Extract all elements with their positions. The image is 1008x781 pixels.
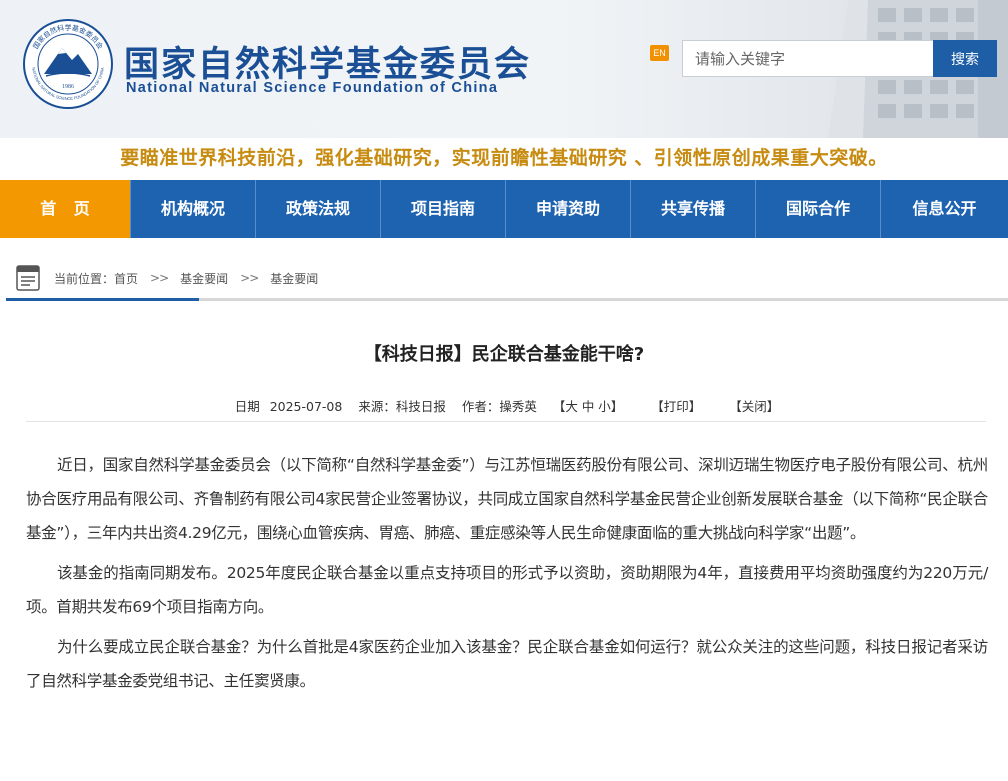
article-author: 操秀英	[499, 399, 537, 414]
meta-divider	[26, 421, 986, 422]
article-source: 科技日报	[395, 399, 446, 414]
site-header: 国家自然科学基金委员会 NATIONAL NATURAL SCIENCE FOU…	[0, 0, 1008, 138]
article-body: 近日，国家自然科学基金委员会（以下简称“自然科学基金委”）与江苏恒瑞医药股份有限…	[26, 448, 988, 704]
print-button[interactable]: 【打印】	[651, 399, 701, 414]
location-page-icon	[16, 265, 40, 291]
breadcrumb: 当前位置： 首页 >> 基金要闻 >> 基金要闻	[16, 264, 318, 292]
article-date: 2025-07-08	[269, 399, 343, 414]
date-label: 日期	[234, 399, 260, 414]
nav-item-policy[interactable]: 政策法规	[256, 180, 381, 238]
main-nav: 首 页 机构概况 政策法规 项目指南 申请资助 共享传播 国际合作 信息公开	[0, 180, 1008, 238]
breadcrumb-news-current[interactable]: 基金要闻	[270, 270, 318, 287]
nav-item-home[interactable]: 首 页	[0, 180, 131, 238]
nav-item-disclosure[interactable]: 信息公开	[881, 180, 1008, 238]
slogan-banner: 要瞄准世界科技前沿，强化基础研究，实现前瞻性基础研究 、引领性原创成果重大突破。	[0, 138, 1008, 180]
article-paragraph: 该基金的指南同期发布。2025年度民企联合基金以重点支持项目的形式予以资助，资助…	[26, 564, 988, 616]
nav-item-about[interactable]: 机构概况	[131, 180, 256, 238]
search-button[interactable]: 搜索	[933, 40, 997, 77]
source-label: 来源：	[358, 399, 396, 414]
close-button[interactable]: 【关闭】	[729, 399, 779, 414]
org-name-en: National Natural Science Foundation of C…	[126, 80, 499, 96]
breadcrumb-divider	[6, 298, 1008, 301]
article-meta: 日期 2025-07-08 来源：科技日报 作者：操秀英 【大 中 小】 【打印…	[0, 396, 1008, 415]
nav-item-share[interactable]: 共享传播	[631, 180, 756, 238]
search-input[interactable]	[682, 40, 934, 77]
svg-text:1986: 1986	[62, 84, 74, 90]
nav-item-international[interactable]: 国际合作	[756, 180, 881, 238]
breadcrumb-prefix: 当前位置：	[54, 271, 115, 286]
article-paragraph: 近日，国家自然科学基金委员会（以下简称“自然科学基金委”）与江苏恒瑞医药股份有限…	[26, 456, 988, 542]
author-label: 作者：	[461, 399, 500, 414]
nav-item-apply[interactable]: 申请资助	[506, 180, 631, 238]
article-paragraph: 为什么要成立民企联合基金？为什么首批是4家医药企业加入该基金？民企联合基金如何运…	[26, 638, 988, 690]
nav-item-guide[interactable]: 项目指南	[381, 180, 506, 238]
breadcrumb-separator: >>	[240, 271, 259, 285]
font-size-control[interactable]: 【大 中 小】	[553, 399, 623, 414]
breadcrumb-home[interactable]: 首页	[114, 270, 138, 287]
breadcrumb-news[interactable]: 基金要闻	[180, 270, 228, 287]
english-version-button[interactable]: EN	[650, 45, 669, 61]
nsfc-seal-logo[interactable]: 国家自然科学基金委员会 NATIONAL NATURAL SCIENCE FOU…	[22, 18, 114, 110]
article-title: 【科技日报】民企联合基金能干啥?	[363, 344, 645, 365]
breadcrumb-separator: >>	[150, 271, 169, 285]
